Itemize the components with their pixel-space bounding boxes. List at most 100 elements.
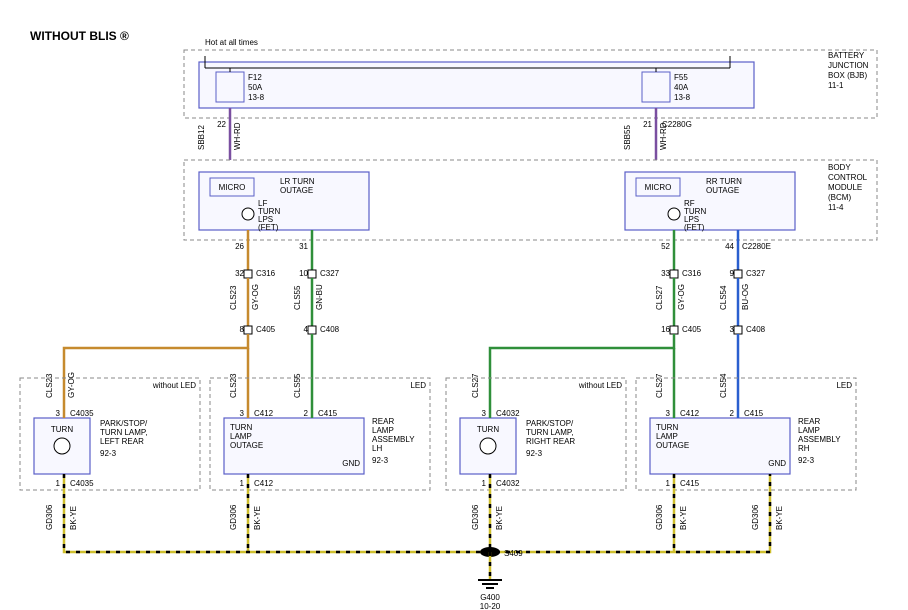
in-l-conn2: C408 <box>320 325 340 334</box>
lamp2-gnd: GND <box>342 459 360 468</box>
bcm-l4: (BCM) <box>828 193 851 202</box>
lamp2-t1: REAR <box>372 417 394 426</box>
wt-sbb55: SBB55 <box>623 125 632 150</box>
in-r-pin1: 16 <box>661 325 670 334</box>
lamp3-t2: TURN LAMP, <box>526 428 573 437</box>
wt-cls27-b1: CLS27 <box>471 373 480 398</box>
tag-wo-led-2: without LED <box>578 381 622 390</box>
lamp4-conn1: C412 <box>680 409 700 418</box>
mid-l-conn2: C327 <box>320 269 340 278</box>
lamp1-turn: TURN <box>51 425 73 434</box>
tee-gn-r-left <box>490 334 674 412</box>
lamp2-turn3: OUTAGE <box>230 441 263 450</box>
lamp4-out-pin: 1 <box>666 479 671 488</box>
in-l-conn1: C405 <box>256 325 276 334</box>
pin-bjb-r: 21 <box>643 120 652 129</box>
lamp1-bulb <box>54 438 70 454</box>
bcm-micro-r: MICRO <box>645 183 672 192</box>
mid-r-pin1: 33 <box>661 269 670 278</box>
bcm-rr1: RR TURN <box>706 177 742 186</box>
gnd-bus <box>64 474 770 552</box>
f55-l3: 13-8 <box>674 93 691 102</box>
in-r-conn1: C405 <box>682 325 702 334</box>
lamp2-pin1: 3 <box>240 409 245 418</box>
lamp4-conn2: C415 <box>744 409 764 418</box>
node-c327-r <box>734 270 742 278</box>
lamp3-bulb <box>480 438 496 454</box>
bjb-l3: BOX (BJB) <box>828 71 867 80</box>
lamp4-out-conn: C415 <box>680 479 700 488</box>
lamp2-out-conn: C412 <box>254 479 274 488</box>
wt-whrd1: WH-RD <box>233 122 242 150</box>
lamp4-turn3: OUTAGE <box>656 441 689 450</box>
lamp4-t5: 92-3 <box>798 456 815 465</box>
lamp2-turn2: LAMP <box>230 432 252 441</box>
node-c327-l <box>308 270 316 278</box>
lamp4-t3: ASSEMBLY <box>798 435 841 444</box>
in-l-pin2: 4 <box>304 325 309 334</box>
lamp3-turn: TURN <box>477 425 499 434</box>
wt-gyogl: GY-OG <box>251 284 260 310</box>
header-text: Hot at all times <box>205 38 258 47</box>
lamp2-t3: ASSEMBLY <box>372 435 415 444</box>
wiring-diagram: WITHOUT BLIS ® Hot at all times BATTERY … <box>0 0 908 610</box>
tag-led-2: LED <box>836 381 852 390</box>
lamp3-t4: 92-3 <box>526 449 543 458</box>
lamp1-out-pin: 1 <box>56 479 61 488</box>
node-c316-r <box>670 270 678 278</box>
wt-whrd2: WH-RD <box>659 122 668 150</box>
lamp4-gnd: GND <box>768 459 786 468</box>
lamp4-turn2: LAMP <box>656 432 678 441</box>
lamp4-pin1: 3 <box>666 409 671 418</box>
bjb-l4: 11-1 <box>828 81 844 90</box>
lamp2-conn2: C415 <box>318 409 338 418</box>
bcm-lf-sym <box>242 208 254 220</box>
node-c405-l <box>244 326 252 334</box>
f12-l3: 13-8 <box>248 93 265 102</box>
wt-cls55-b: CLS55 <box>293 373 302 398</box>
f55-l2: 40A <box>674 83 689 92</box>
lamp2-turn1: TURN <box>230 423 252 432</box>
wt-buogr: BU-OG <box>741 284 750 310</box>
tag-wo-led-1: without LED <box>152 381 196 390</box>
bcm-rf-sym <box>668 208 680 220</box>
lamp1-t1: PARK/STOP/ <box>100 419 148 428</box>
pin-bjb-l: 22 <box>217 120 226 129</box>
bcm-l3: MODULE <box>828 183 862 192</box>
tag-led-1: LED <box>410 381 426 390</box>
wt-bk4: BK-YE <box>679 506 688 530</box>
gnd-bus-bk <box>64 474 770 552</box>
node-c405-r <box>670 326 678 334</box>
wt-cls23l: CLS23 <box>229 285 238 310</box>
lamp1-t2: TURN LAMP, <box>100 428 147 437</box>
f55-l1: F55 <box>674 73 688 82</box>
pin-bcm-r1: 52 <box>661 242 670 251</box>
bcm-micro-l: MICRO <box>219 183 246 192</box>
lamp3-conn: C4032 <box>496 409 520 418</box>
wt-cls27r: CLS27 <box>655 285 664 310</box>
bcm-l5: 11-4 <box>828 203 844 212</box>
f12-l2: 50A <box>248 83 263 92</box>
wt-sbb12: SBB12 <box>197 125 206 150</box>
gnd-l2: 10-20 <box>480 602 501 610</box>
pin-bcm-r2: 44 <box>725 242 734 251</box>
pin-bcm-l1: 26 <box>235 242 244 251</box>
node-c408-l <box>308 326 316 334</box>
bcm-lr1: LR TURN <box>280 177 315 186</box>
bcm-rf4: (FET) <box>684 223 705 232</box>
lamp1-t4: 92-3 <box>100 449 117 458</box>
mid-r-pin2: 9 <box>730 269 735 278</box>
tee-og-l-left <box>64 334 248 412</box>
bcm-lf4: (FET) <box>258 223 279 232</box>
wt-cls55l: CLS55 <box>293 285 302 310</box>
lamp3-t1: PARK/STOP/ <box>526 419 574 428</box>
in-r-conn2: C408 <box>746 325 766 334</box>
lamp4-turn1: TURN <box>656 423 678 432</box>
fuse-f55 <box>642 72 670 102</box>
wt-cls23-b1: CLS23 <box>45 373 54 398</box>
bjb-inner <box>199 62 754 108</box>
wt-gd1: GD306 <box>45 504 54 530</box>
bjb-l2: JUNCTION <box>828 61 869 70</box>
lamp3-out-conn: C4032 <box>496 479 520 488</box>
wt-gd4: GD306 <box>655 504 664 530</box>
